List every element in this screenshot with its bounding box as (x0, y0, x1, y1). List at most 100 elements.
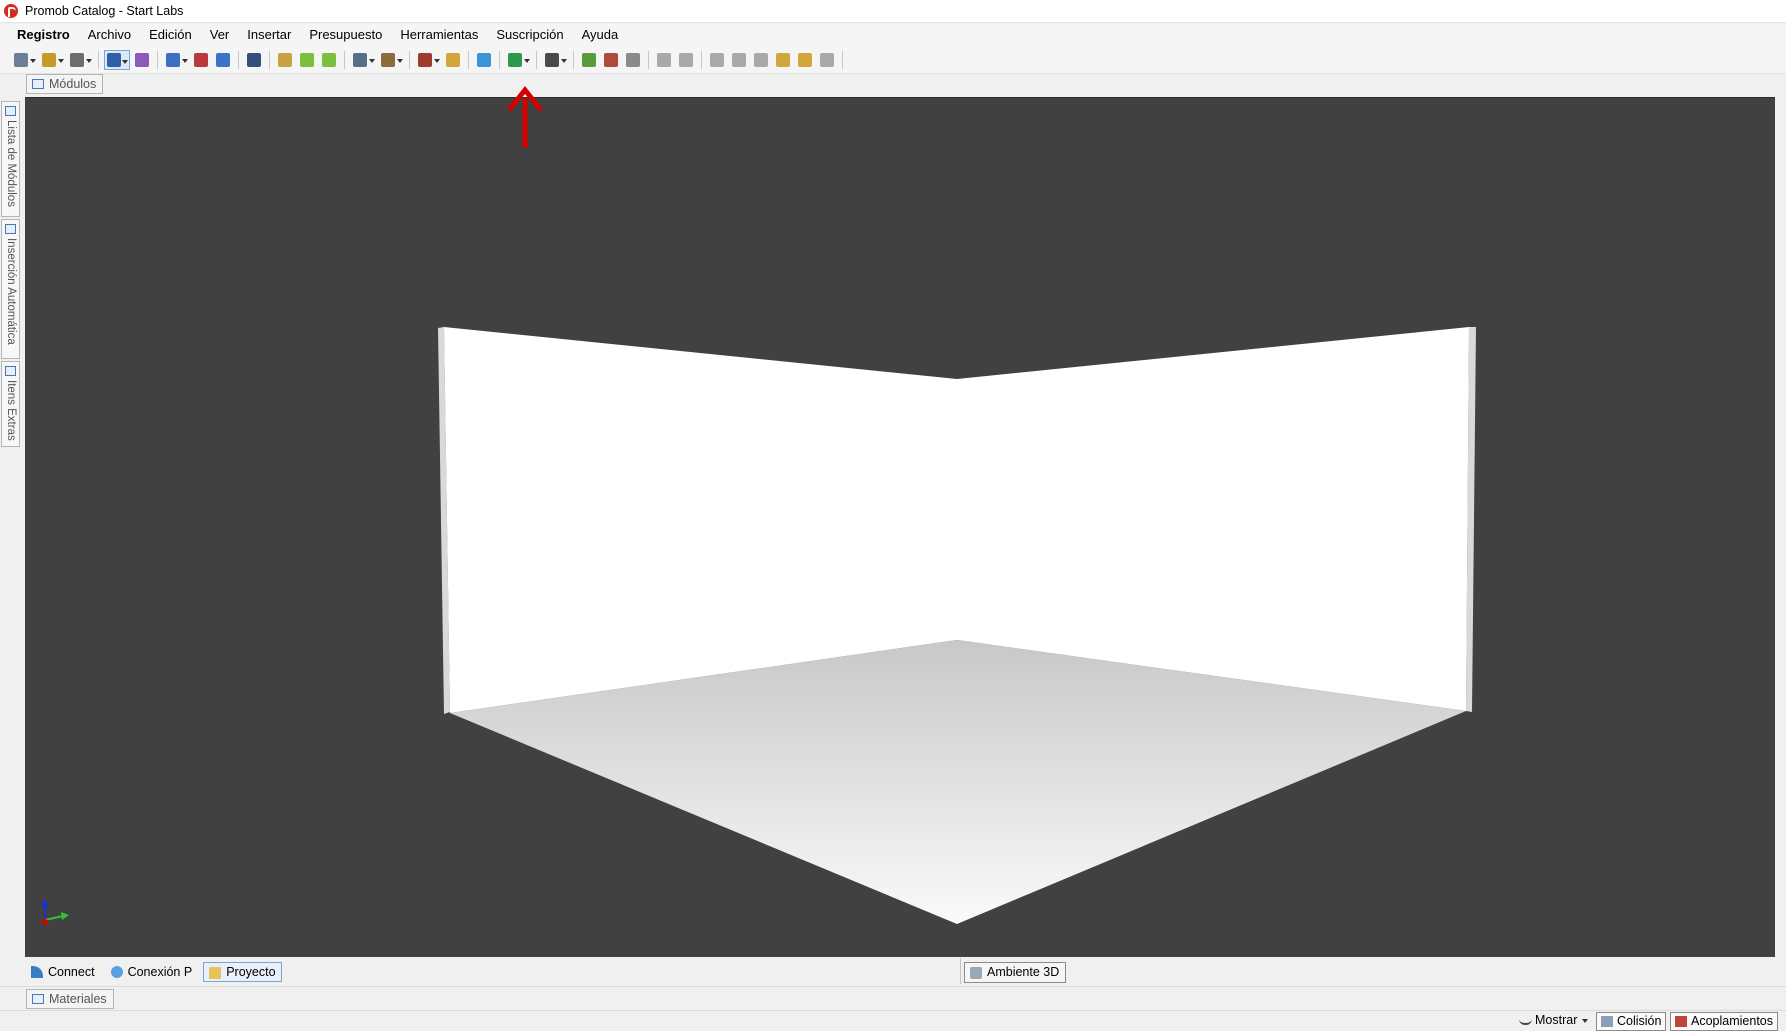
chat-button[interactable] (474, 50, 494, 70)
3d-viewport[interactable] (25, 97, 1786, 957)
toolbar-separator (468, 50, 469, 69)
colision-toggle[interactable]: Colisión (1596, 1012, 1667, 1031)
select-pointer-button[interactable] (104, 49, 130, 70)
cloud-delete-icon (604, 52, 618, 67)
forward-arrow-icon (322, 52, 336, 67)
globe-icon (110, 966, 123, 978)
menu-edicion[interactable]: Edición (140, 24, 201, 46)
modules-tab-row: Módulos (0, 74, 1786, 97)
save-icon (544, 52, 559, 67)
print-icon (626, 52, 640, 67)
book-button[interactable] (191, 50, 211, 70)
right-dock-edge (1775, 97, 1786, 957)
toolbar-separator (536, 50, 537, 69)
3d-scene (41, 327, 1476, 925)
side-tab-lista-de-modulos[interactable]: Lista de Módulos (1, 101, 20, 217)
modules-tree-button[interactable] (39, 50, 65, 70)
tab-materiales[interactable]: Materiales (26, 989, 114, 1009)
tab-modulos[interactable]: Módulos (26, 74, 104, 94)
acoplamientos-label: Acoplamientos (1691, 1014, 1773, 1028)
layers-button[interactable] (163, 50, 189, 70)
rss-connect-icon (31, 966, 43, 978)
folder-icon (209, 967, 222, 979)
cut-icon (710, 52, 724, 67)
axis-gizmo (41, 899, 69, 925)
3d-environment-icon (970, 967, 982, 979)
toolbar-separator (701, 50, 702, 69)
side-tab-insercion-automatica[interactable]: Inserción Automática (1, 219, 20, 359)
status-bar: Mostrar Colisión Acoplamientos (0, 1010, 1786, 1031)
new-project-button[interactable] (11, 50, 37, 70)
mostrar-dropdown[interactable]: Mostrar (1515, 1012, 1591, 1031)
modules-tree-icon (41, 52, 56, 67)
paste-button[interactable] (751, 50, 771, 70)
left-dock-bar: Lista de Módulos Inserción Automática It… (0, 97, 22, 957)
colision-label: Colisión (1617, 1014, 1662, 1028)
materials-tab-row: Materiales (0, 986, 1786, 1010)
print-button[interactable] (623, 50, 643, 70)
tab-conexion-p-label: Conexión P (127, 965, 193, 979)
save-button[interactable] (542, 50, 568, 70)
menu-archivo[interactable]: Archivo (79, 24, 140, 46)
side-tab-label: Inserción Automática (5, 238, 17, 345)
measure-button[interactable] (132, 50, 152, 70)
menu-insertar[interactable]: Insertar (238, 24, 300, 46)
shape-button[interactable] (67, 50, 93, 70)
tab-proyecto[interactable]: Proyecto (203, 962, 282, 982)
docking-icon (1675, 1016, 1687, 1027)
menu-registro[interactable]: Registro (8, 24, 79, 46)
box-icon (380, 52, 395, 67)
cloud-upload-button[interactable] (579, 50, 599, 70)
cloud-delete-button[interactable] (601, 50, 621, 70)
redo-button[interactable] (676, 50, 696, 70)
mostrar-label: Mostrar (1535, 1013, 1578, 1027)
render-icon (417, 52, 432, 67)
menu-ayuda[interactable]: Ayuda (573, 24, 628, 46)
menu-herramientas[interactable]: Herramientas (391, 24, 487, 46)
select-pointer-icon (106, 52, 121, 67)
side-tab-label: Lista de Módulos (5, 120, 17, 207)
back-arrow-button[interactable] (297, 50, 317, 70)
view-3d-button[interactable] (213, 50, 233, 70)
paint-roller-button[interactable] (795, 50, 815, 70)
chevron-down-icon (1582, 1019, 1589, 1023)
import-icon (278, 52, 292, 67)
red-arrow-annotation (507, 86, 543, 148)
toolbar-separator (269, 50, 270, 69)
menu-ver[interactable]: Ver (201, 24, 239, 46)
tab-conexion-p[interactable]: Conexión P (106, 962, 198, 982)
import-button[interactable] (275, 50, 295, 70)
undo-icon (657, 52, 671, 67)
toolbar-separator (157, 50, 158, 69)
paste-icon (754, 52, 768, 67)
hammer-button[interactable] (773, 50, 793, 70)
forward-arrow-button[interactable] (319, 50, 339, 70)
title-bar: Promob Catalog - Start Labs (0, 0, 1786, 23)
toolbar-separator (499, 50, 500, 69)
view-3d-icon (216, 52, 230, 67)
menu-suscripcion[interactable]: Suscripción (487, 24, 572, 46)
copy-button[interactable] (729, 50, 749, 70)
budget-button[interactable] (505, 50, 531, 70)
tab-connect[interactable]: Connect (26, 962, 100, 982)
toolbar-separator (98, 50, 99, 69)
auto-insert-icon (5, 224, 16, 234)
main-toolbar (0, 46, 1786, 74)
tab-ambiente-3d[interactable]: Ambiente 3D (964, 962, 1067, 983)
lamp-icon (446, 52, 460, 67)
cut-button[interactable] (707, 50, 727, 70)
lamp-button[interactable] (443, 50, 463, 70)
acoplamientos-toggle[interactable]: Acoplamientos (1670, 1012, 1778, 1031)
delete-x-button[interactable] (817, 50, 837, 70)
eye-button[interactable] (244, 50, 264, 70)
box-button[interactable] (378, 50, 404, 70)
render-button[interactable] (415, 50, 441, 70)
tab-materiales-label: Materiales (49, 992, 107, 1006)
side-tab-label: Itens Extras (5, 380, 17, 441)
menu-presupuesto[interactable]: Presupuesto (300, 24, 391, 46)
undo-button[interactable] (654, 50, 674, 70)
tab-connect-label: Connect (48, 965, 95, 979)
side-tab-itens-extras[interactable]: Itens Extras (1, 361, 20, 447)
extras-icon (5, 366, 16, 376)
window-layout-button[interactable] (350, 50, 376, 70)
